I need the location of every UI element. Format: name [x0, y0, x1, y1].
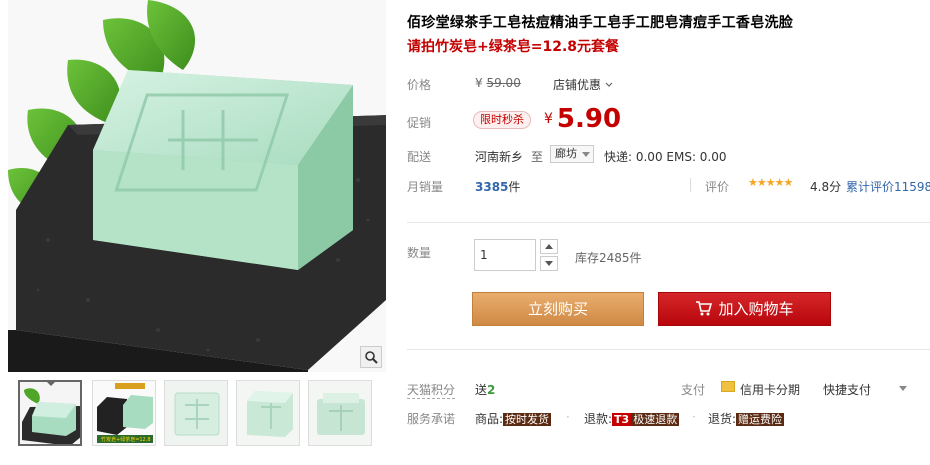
thumbnail-4[interactable]	[236, 380, 300, 446]
monthly-sales-count: 3385	[475, 180, 509, 194]
store-promo-label: 店铺优惠	[553, 78, 602, 92]
monthly-sales: 3385件	[475, 178, 520, 195]
chevron-down-icon[interactable]	[899, 386, 907, 391]
rating-stars: ★★★★★	[748, 176, 793, 189]
divider	[407, 222, 930, 223]
divider	[690, 178, 691, 192]
thumbnail-1[interactable]	[18, 380, 82, 446]
product-title: 佰珍堂绿茶手工皂祛痘精油手工皂手工肥皂清痘手工香皂洗脸	[407, 15, 794, 31]
separator-dot: ·	[692, 410, 696, 424]
fast-refund-tag: 极速退款	[631, 413, 680, 426]
monthly-sales-label: 月销量	[407, 180, 444, 194]
service-fast-refund[interactable]: 退款: T3 极速退款	[584, 410, 680, 427]
product-main-image[interactable]	[8, 0, 386, 372]
ship-from: 河南新乡	[475, 150, 524, 164]
zoom-icon	[365, 351, 378, 364]
chevron-down-icon	[605, 82, 613, 87]
thumbnail-strip: 竹炭皂+绿茶皂=12.8	[8, 380, 386, 450]
ship-to-label: 至	[531, 150, 544, 164]
thumbnail-2[interactable]: 竹炭皂+绿茶皂=12.8	[92, 380, 156, 446]
original-price-currency: ¥	[475, 76, 483, 90]
quantity-decrement-button[interactable]	[540, 256, 558, 271]
buy-now-button[interactable]: 立刻购买	[472, 292, 644, 326]
rating-score: 4.8分	[810, 180, 842, 194]
points-amount: 2	[487, 383, 496, 397]
rating-label: 评价	[705, 180, 730, 194]
cart-icon	[696, 301, 713, 316]
review-count-link[interactable]: 累计评价11598	[846, 178, 930, 195]
service-item2-prefix: 退款:	[584, 412, 613, 426]
ship-to-city: 廊坊	[555, 147, 577, 160]
t3-badge: T3	[612, 413, 632, 426]
product-subtitle: 请拍竹炭皂+绿茶皂=12.8元套餐	[407, 39, 620, 55]
chevron-down-icon	[582, 152, 590, 157]
service-item3-prefix: 退货:	[708, 412, 737, 426]
quantity-label: 数量	[407, 246, 432, 260]
divider	[407, 349, 930, 350]
promo-price-currency: ¥	[544, 111, 553, 127]
arrow-up-icon	[545, 244, 553, 249]
add-to-cart-button[interactable]: 加入购物车	[658, 292, 831, 326]
price-label: 价格	[407, 78, 432, 92]
service-ontime-delivery[interactable]: 商品: 按时发货	[475, 410, 552, 427]
quantity-input[interactable]: 1	[474, 239, 536, 271]
svg-text:竹炭皂+绿茶皂=12.8: 竹炭皂+绿茶皂=12.8	[101, 436, 151, 443]
original-price: ¥ 59.00	[475, 76, 521, 90]
promo-label: 促销	[407, 116, 432, 130]
credit-installment-link[interactable]: 信用卡分期	[740, 381, 800, 398]
shipping-insurance-tag: 赠运费险	[736, 413, 785, 426]
quick-pay-dropdown[interactable]: 快捷支付	[823, 381, 871, 398]
credit-card-icon	[721, 381, 735, 392]
service-item1-prefix: 商品:	[475, 412, 504, 426]
thumbnail-3[interactable]	[164, 380, 228, 446]
stock-count: 库存2485件	[575, 251, 642, 265]
points-label[interactable]: 天猫积分	[407, 381, 456, 399]
separator-dot: ·	[566, 410, 570, 424]
payment-label: 支付	[681, 383, 706, 397]
promo-price-value: 5.90	[556, 104, 622, 134]
thumbnail-5[interactable]	[308, 380, 372, 446]
service-label: 服务承诺	[407, 412, 456, 426]
store-promo-dropdown[interactable]: 店铺优惠	[553, 76, 613, 93]
points-prefix: 送	[475, 383, 488, 397]
quantity-increment-button[interactable]	[540, 239, 558, 254]
monthly-sales-unit: 件	[508, 180, 521, 194]
arrow-down-icon	[545, 261, 553, 266]
zoom-button[interactable]	[360, 346, 382, 368]
shipping-label: 配送	[407, 150, 432, 164]
points-value: 送2	[475, 381, 495, 398]
add-to-cart-label: 加入购物车	[718, 300, 794, 318]
shipping-cost: 快递: 0.00 EMS: 0.00	[604, 150, 727, 164]
original-price-value: 59.00	[486, 76, 521, 90]
ontime-delivery-tag: 按时发货	[503, 413, 552, 426]
promo-price: ¥5.90	[544, 104, 621, 134]
ship-to-select[interactable]: 廊坊	[550, 145, 594, 163]
service-shipping-insurance[interactable]: 退货: 赠运费险	[708, 410, 785, 427]
flash-sale-badge: 限时秒杀	[473, 111, 531, 129]
